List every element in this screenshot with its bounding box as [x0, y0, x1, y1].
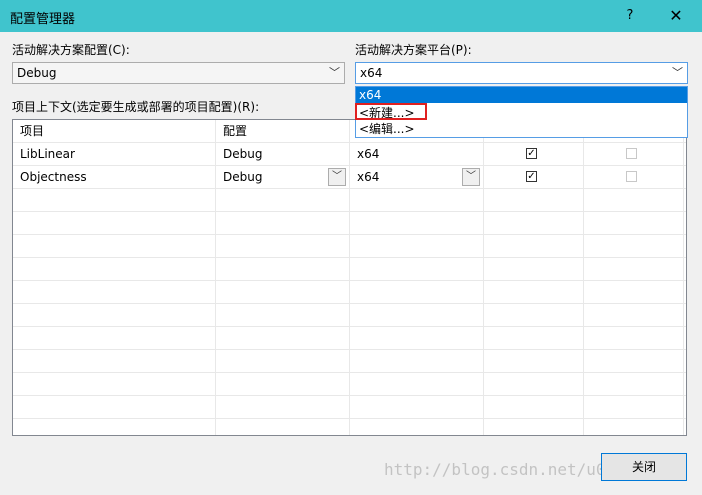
chevron-down-icon[interactable]: ﹀ — [462, 168, 480, 186]
solution-platform-value: x64 — [360, 66, 383, 80]
empty-row — [13, 373, 686, 396]
platform-option-x64[interactable]: x64 — [356, 87, 687, 103]
project-config[interactable]: Debug ﹀ — [216, 166, 350, 189]
solution-config-label: 活动解决方案配置(C): — [12, 43, 130, 57]
empty-row — [13, 189, 686, 212]
project-platform-value: x64 — [357, 170, 380, 184]
column-header-config[interactable]: 配置 — [216, 120, 350, 143]
deploy-checkbox — [626, 148, 637, 159]
project-context-grid: 项目 配置 平台 生成 部署 LibLinear Debug x64 ✓ Obj… — [12, 119, 687, 436]
project-name: Objectness — [13, 166, 216, 189]
chevron-down-icon[interactable]: ﹀ — [328, 168, 346, 186]
empty-row — [13, 258, 686, 281]
solution-config-combo[interactable]: Debug ﹀ — [12, 62, 345, 84]
empty-row — [13, 419, 686, 435]
build-cell: ✓ — [484, 143, 584, 166]
project-config-value: Debug — [223, 170, 263, 184]
close-button[interactable]: 关闭 — [601, 453, 687, 481]
table-row[interactable]: LibLinear Debug x64 ✓ — [13, 143, 686, 166]
help-button[interactable]: ? — [614, 4, 646, 28]
project-platform[interactable]: x64 ﹀ — [350, 166, 484, 189]
close-window-button[interactable]: ✕ — [656, 4, 696, 28]
project-name: LibLinear — [13, 143, 216, 166]
build-checkbox[interactable]: ✓ — [526, 148, 537, 159]
empty-row — [13, 212, 686, 235]
project-context-label: 项目上下文(选定要生成或部署的项目配置)(R): — [12, 100, 260, 114]
column-header-project[interactable]: 项目 — [13, 120, 216, 143]
empty-row — [13, 304, 686, 327]
solution-config-value: Debug — [17, 66, 57, 80]
window-title: 配置管理器 — [10, 12, 76, 27]
deploy-checkbox — [626, 171, 637, 182]
table-row[interactable]: Objectness Debug ﹀ x64 ﹀ ✓ — [13, 166, 686, 189]
solution-platform-label: 活动解决方案平台(P): — [355, 43, 472, 57]
platform-option-edit[interactable]: <编辑...> — [356, 121, 687, 137]
empty-row — [13, 235, 686, 258]
empty-row — [13, 327, 686, 350]
solution-platform-combo[interactable]: x64 ﹀ — [355, 62, 688, 84]
build-cell: ✓ — [484, 166, 584, 189]
title-bar: 配置管理器 ? ✕ — [0, 0, 702, 32]
deploy-cell — [584, 143, 684, 166]
empty-row — [13, 281, 686, 304]
annotation-highlight-box — [355, 103, 427, 120]
empty-row — [13, 350, 686, 373]
build-checkbox[interactable]: ✓ — [526, 171, 537, 182]
project-platform[interactable]: x64 — [350, 143, 484, 166]
chevron-down-icon: ﹀ — [329, 66, 340, 79]
project-config[interactable]: Debug — [216, 143, 350, 166]
chevron-down-icon: ﹀ — [672, 66, 683, 79]
deploy-cell — [584, 166, 684, 189]
empty-row — [13, 396, 686, 419]
